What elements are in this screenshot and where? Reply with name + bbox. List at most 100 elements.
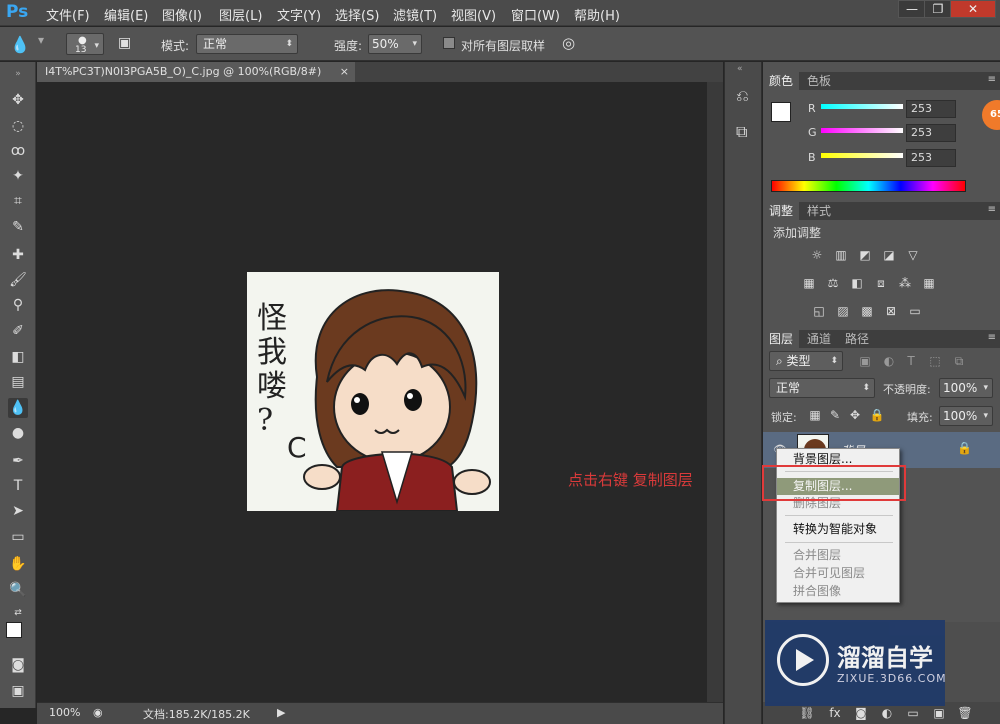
color-spectrum[interactable] bbox=[771, 180, 966, 192]
filter-adjust-icon[interactable]: ◐ bbox=[881, 354, 897, 368]
strength-input[interactable]: 50% ▾ bbox=[368, 34, 422, 54]
vertical-scrollbar[interactable] bbox=[707, 82, 723, 702]
pen-tool-icon[interactable]: ✒ bbox=[8, 451, 28, 471]
color-lookup-icon[interactable]: ▦ bbox=[921, 276, 937, 290]
panel-menu-icon[interactable]: ≡ bbox=[988, 204, 996, 215]
rectangle-tool-icon[interactable]: ▭ bbox=[8, 527, 28, 547]
channel-mixer-icon[interactable]: ⁂ bbox=[897, 276, 913, 290]
black-white-icon[interactable]: ◧ bbox=[849, 276, 865, 290]
lasso-tool-icon[interactable]: ꝏ bbox=[8, 141, 28, 161]
new-adjustment-icon[interactable]: ◐ bbox=[879, 706, 895, 720]
menu-filter[interactable]: 滤镜(T) bbox=[393, 5, 437, 24]
r-value-input[interactable]: 253 bbox=[906, 100, 956, 118]
tab-channels[interactable]: 通道 bbox=[801, 330, 837, 348]
menu-select[interactable]: 选择(S) bbox=[335, 5, 379, 24]
invert-icon[interactable]: ◱ bbox=[811, 304, 827, 318]
document-tab[interactable]: I4T%PC3T)N0I3PGA5B_O)_C.jpg @ 100%(RGB/8… bbox=[37, 62, 355, 82]
pressure-icon[interactable]: ◎ bbox=[562, 34, 575, 52]
tab-color[interactable]: 颜色 bbox=[763, 72, 800, 90]
exposure-icon[interactable]: ◪ bbox=[881, 248, 897, 262]
minimize-button[interactable]: — bbox=[898, 0, 926, 18]
add-mask-icon[interactable]: ◙ bbox=[853, 706, 869, 720]
tab-paths[interactable]: 路径 bbox=[839, 330, 875, 348]
panel-menu-icon[interactable]: ≡ bbox=[988, 74, 996, 85]
document-image[interactable]: C 怪 我 喽 ? bbox=[247, 272, 499, 511]
dodge-tool-icon[interactable]: ● bbox=[8, 423, 28, 443]
menu-image[interactable]: 图像(I) bbox=[162, 5, 202, 24]
history-brush-icon[interactable]: ✐ bbox=[8, 321, 28, 341]
marquee-tool-icon[interactable]: ◌ bbox=[8, 116, 28, 136]
menu-view[interactable]: 视图(V) bbox=[451, 5, 496, 24]
new-layer-icon[interactable]: ▣ bbox=[931, 706, 947, 720]
g-value-input[interactable]: 253 bbox=[906, 124, 956, 142]
r-slider[interactable] bbox=[821, 104, 903, 109]
properties-icon[interactable]: ⧉ bbox=[736, 122, 747, 142]
menu-help[interactable]: 帮助(H) bbox=[574, 5, 620, 24]
lock-paint-icon[interactable]: ✎ bbox=[827, 408, 843, 422]
screen-mode-icon[interactable]: ▣ bbox=[8, 681, 28, 701]
tab-swatches[interactable]: 色板 bbox=[801, 72, 837, 90]
fill-input[interactable]: 100% ▾ bbox=[939, 406, 993, 426]
brush-tool-icon[interactable]: 🖌 bbox=[8, 270, 28, 290]
menu-type[interactable]: 文字(Y) bbox=[277, 5, 321, 24]
type-tool-icon[interactable]: T bbox=[8, 476, 28, 496]
lock-all-icon[interactable]: 🔒 bbox=[869, 408, 885, 422]
color-balance-icon[interactable]: ⚖ bbox=[825, 276, 841, 290]
crop-tool-icon[interactable]: ⌗ bbox=[8, 191, 28, 211]
link-layers-icon[interactable]: ⛓ bbox=[799, 706, 815, 720]
hand-tool-icon[interactable]: ✋ bbox=[8, 554, 28, 574]
move-tool-icon[interactable]: ✥ bbox=[8, 90, 28, 110]
stamp-tool-icon[interactable]: ⚲ bbox=[8, 295, 28, 315]
foreground-color-swatch[interactable] bbox=[6, 622, 22, 638]
blur-tool-icon[interactable]: 💧 bbox=[10, 35, 30, 54]
filter-pixel-icon[interactable]: ▣ bbox=[857, 354, 873, 368]
trash-icon[interactable]: 🗑 bbox=[957, 706, 973, 720]
lock-transparent-icon[interactable]: ▦ bbox=[807, 408, 823, 422]
photo-filter-icon[interactable]: ⧈ bbox=[873, 276, 889, 290]
menu-edit[interactable]: 编辑(E) bbox=[104, 5, 148, 24]
new-group-icon[interactable]: ▭ bbox=[905, 706, 921, 720]
levels-icon[interactable]: ▥ bbox=[833, 248, 849, 262]
hue-saturation-icon[interactable]: ▦ bbox=[801, 276, 817, 290]
magic-wand-icon[interactable]: ✦ bbox=[8, 166, 28, 186]
history-icon[interactable]: ⎌ bbox=[736, 86, 749, 106]
menu-layer[interactable]: 图层(L) bbox=[219, 5, 262, 24]
filter-type-icon[interactable]: T bbox=[903, 354, 919, 368]
expand-icon[interactable]: « bbox=[737, 64, 743, 74]
g-slider[interactable] bbox=[821, 128, 903, 133]
posterize-icon[interactable]: ▨ bbox=[835, 304, 851, 318]
vibrance-icon[interactable]: ▽ bbox=[905, 248, 921, 262]
filter-smart-icon[interactable]: ⧉ bbox=[951, 354, 967, 368]
menu-item-merge-layers[interactable]: 合并图层 bbox=[777, 547, 899, 564]
foreground-color-swatch[interactable] bbox=[771, 102, 791, 122]
filter-shape-icon[interactable]: ⬚ bbox=[927, 354, 943, 368]
zoom-level[interactable]: 100% bbox=[49, 706, 80, 719]
menu-item-flatten-image[interactable]: 拼合图像 bbox=[777, 583, 899, 600]
selective-color-icon[interactable]: ⊠ bbox=[883, 304, 899, 318]
opacity-input[interactable]: 100% ▾ bbox=[939, 378, 993, 398]
healing-brush-icon[interactable]: ✚ bbox=[8, 245, 28, 265]
brightness-icon[interactable]: ☼ bbox=[809, 248, 825, 262]
b-slider[interactable] bbox=[821, 153, 903, 158]
status-menu-icon[interactable]: ▶ bbox=[277, 706, 285, 719]
blend-mode-select[interactable]: 正常 ⬍ bbox=[769, 378, 875, 398]
tab-styles[interactable]: 样式 bbox=[801, 202, 837, 220]
menu-window[interactable]: 窗口(W) bbox=[511, 5, 560, 24]
gradient-tool-icon[interactable]: ▤ bbox=[8, 372, 28, 392]
swap-colors-icon[interactable]: ⇄ bbox=[8, 603, 28, 623]
layer-style-icon[interactable]: fx bbox=[827, 706, 843, 720]
tab-layers[interactable]: 图层 bbox=[763, 330, 800, 348]
panel-menu-icon[interactable]: ≡ bbox=[988, 332, 996, 343]
eraser-tool-icon[interactable]: ◧ bbox=[8, 347, 28, 367]
close-tab-icon[interactable]: × bbox=[340, 62, 349, 82]
collapse-icon[interactable]: » bbox=[8, 64, 28, 84]
lock-move-icon[interactable]: ✥ bbox=[847, 408, 863, 422]
mode-select[interactable]: 正常 ⬍ bbox=[196, 34, 298, 54]
curves-icon[interactable]: ◩ bbox=[857, 248, 873, 262]
eyedropper-icon[interactable]: ✎ bbox=[8, 217, 28, 237]
b-value-input[interactable]: 253 bbox=[906, 149, 956, 167]
brush-panel-icon[interactable]: ▣ bbox=[118, 35, 131, 51]
restore-button[interactable]: ❐ bbox=[924, 0, 952, 18]
layer-filter-select[interactable]: ⌕ 类型 ⬍ bbox=[769, 351, 843, 371]
close-button[interactable]: ✕ bbox=[950, 0, 996, 18]
